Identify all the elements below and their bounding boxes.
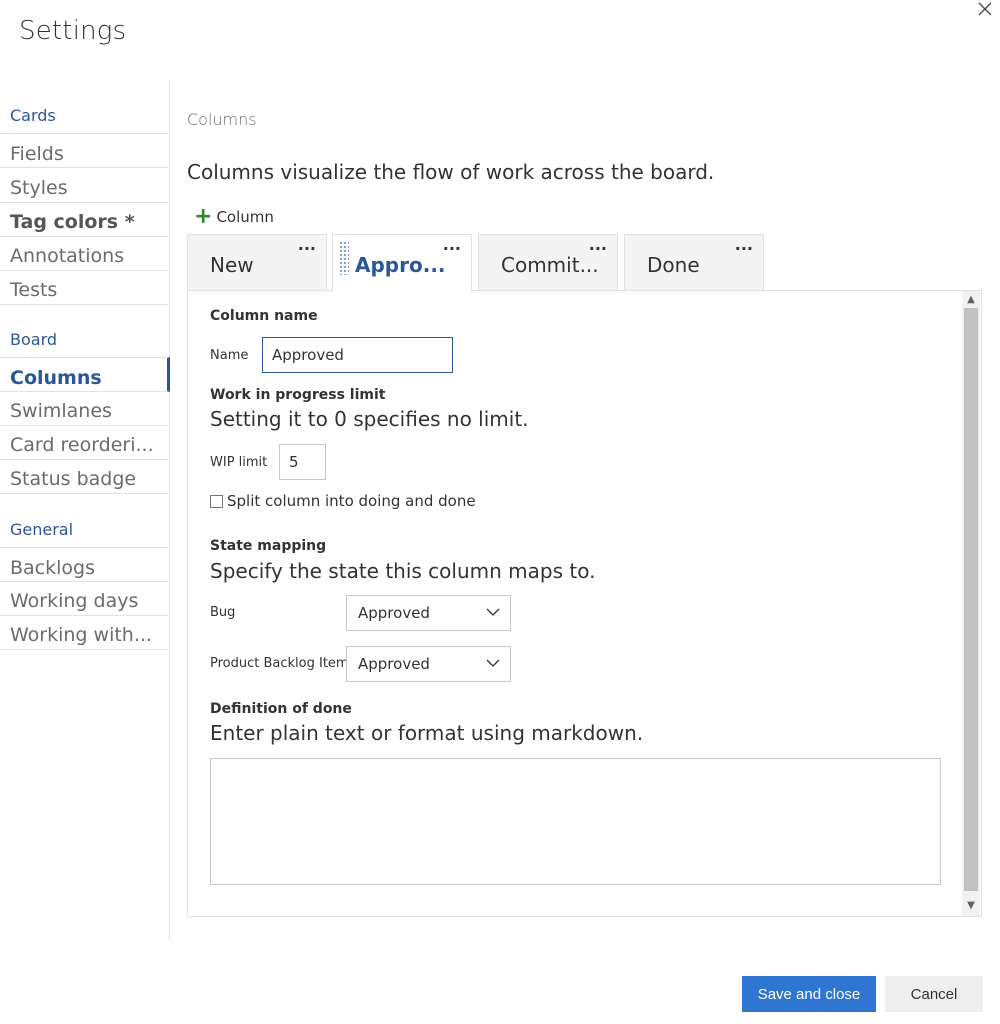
chevron-down-icon — [486, 608, 500, 616]
state-mapping-help-text: Specify the state this column maps to. — [210, 559, 596, 583]
split-column-label: Split column into doing and done — [227, 492, 476, 510]
settings-sidebar: Cards Fields Styles Tag colors * Annotat… — [0, 80, 170, 940]
tab-column-new[interactable]: New ... — [187, 234, 327, 291]
nav-group-general: General — [10, 520, 74, 539]
dialog-title: Settings — [19, 16, 127, 46]
plus-icon: + — [194, 204, 213, 229]
state-mapping-section-label: State mapping — [210, 538, 327, 554]
drag-handle-icon[interactable] — [339, 241, 349, 275]
sidebar-item-status-badge[interactable]: Status badge — [0, 459, 168, 494]
definition-of-done-help-text: Enter plain text or format using markdow… — [210, 721, 644, 745]
tab-label: Commit... — [501, 253, 599, 277]
tab-column-approved[interactable]: Appro... ... — [332, 234, 472, 292]
wip-help-text: Setting it to 0 specifies no limit. — [210, 407, 529, 431]
tab-label: Done — [647, 253, 700, 277]
nav-group-cards: Cards — [10, 106, 56, 125]
definition-of-done-section-label: Definition of done — [210, 701, 352, 717]
page-description: Columns visualize the flow of work acros… — [187, 160, 715, 184]
tab-column-done[interactable]: Done ... — [624, 234, 764, 291]
nav-group-board: Board — [10, 330, 58, 349]
scroll-up-arrow-icon[interactable]: ▲ — [962, 292, 980, 308]
pbi-state-label: Product Backlog Item — [210, 656, 349, 671]
breadcrumb: Columns — [187, 110, 257, 129]
sidebar-item-card-reordering[interactable]: Card reorderi... — [0, 425, 168, 460]
sidebar-item-fields[interactable]: Fields — [0, 133, 168, 168]
column-name-input[interactable] — [262, 337, 453, 373]
sidebar-item-styles[interactable]: Styles — [0, 168, 168, 203]
sidebar-item-working-with-bugs[interactable]: Working with... — [0, 615, 168, 650]
chevron-down-icon — [486, 659, 500, 667]
sidebar-item-backlogs[interactable]: Backlogs — [0, 547, 168, 582]
add-column-button[interactable]: + Column — [194, 206, 274, 228]
scrollbar-thumb[interactable] — [964, 308, 978, 891]
pbi-state-value: Approved — [358, 655, 430, 673]
wip-limit-label: WIP limit — [210, 455, 268, 470]
bug-state-label: Bug — [210, 605, 236, 620]
tab-label: Appro... — [355, 253, 446, 277]
bug-state-value: Approved — [358, 604, 430, 622]
sidebar-item-swimlanes[interactable]: Swimlanes — [0, 391, 168, 426]
sidebar-item-tests[interactable]: Tests — [0, 270, 168, 305]
tab-label: New — [210, 253, 254, 277]
definition-of-done-textarea[interactable] — [210, 758, 941, 885]
bug-state-select[interactable]: Approved — [346, 595, 511, 631]
wip-section-label: Work in progress limit — [210, 387, 386, 403]
add-column-label: Column — [216, 208, 274, 226]
pbi-state-select[interactable]: Approved — [346, 646, 511, 682]
save-and-close-button[interactable]: Save and close — [742, 976, 876, 1012]
sidebar-item-tag-colors[interactable]: Tag colors * — [0, 202, 168, 237]
close-icon — [978, 2, 992, 16]
ellipsis-icon[interactable]: ... — [735, 235, 753, 254]
sidebar-item-annotations[interactable]: Annotations — [0, 236, 168, 271]
ellipsis-icon[interactable]: ... — [443, 235, 461, 254]
sidebar-item-columns[interactable]: Columns — [0, 357, 170, 392]
settings-dialog: Settings Cards Fields Styles Tag colors … — [0, 0, 1000, 1024]
ellipsis-icon[interactable]: ... — [298, 235, 316, 254]
name-field-label: Name — [210, 348, 249, 363]
wip-limit-input[interactable] — [279, 444, 326, 480]
split-column-checkbox-row[interactable]: Split column into doing and done — [210, 492, 476, 510]
tab-column-committed[interactable]: Commit... ... — [478, 234, 618, 291]
sidebar-item-working-days[interactable]: Working days — [0, 581, 168, 616]
close-button[interactable] — [972, 0, 998, 22]
scroll-down-arrow-icon[interactable]: ▼ — [962, 898, 980, 914]
split-column-checkbox[interactable] — [210, 494, 223, 508]
column-name-section-label: Column name — [210, 308, 318, 324]
ellipsis-icon[interactable]: ... — [589, 235, 607, 254]
cancel-button[interactable]: Cancel — [885, 976, 983, 1012]
